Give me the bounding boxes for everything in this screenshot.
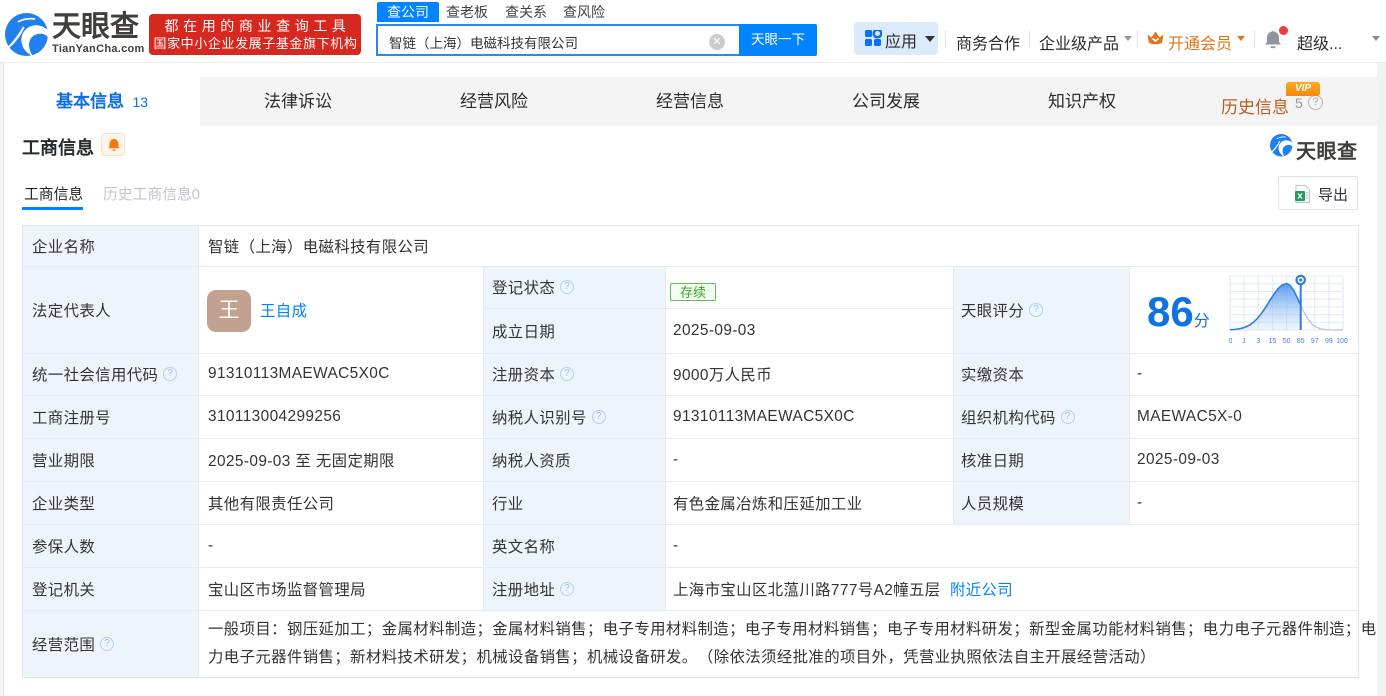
svg-text:0: 0 (1229, 338, 1233, 345)
svg-text:1: 1 (1242, 338, 1246, 345)
svg-text:97: 97 (1311, 338, 1319, 345)
svg-text:3: 3 (1256, 338, 1260, 345)
svg-text:50: 50 (1283, 338, 1291, 345)
svg-text:85: 85 (1297, 338, 1305, 345)
svg-text:100: 100 (1336, 338, 1348, 345)
svg-text:99: 99 (1325, 338, 1333, 345)
svg-text:15: 15 (1269, 338, 1277, 345)
